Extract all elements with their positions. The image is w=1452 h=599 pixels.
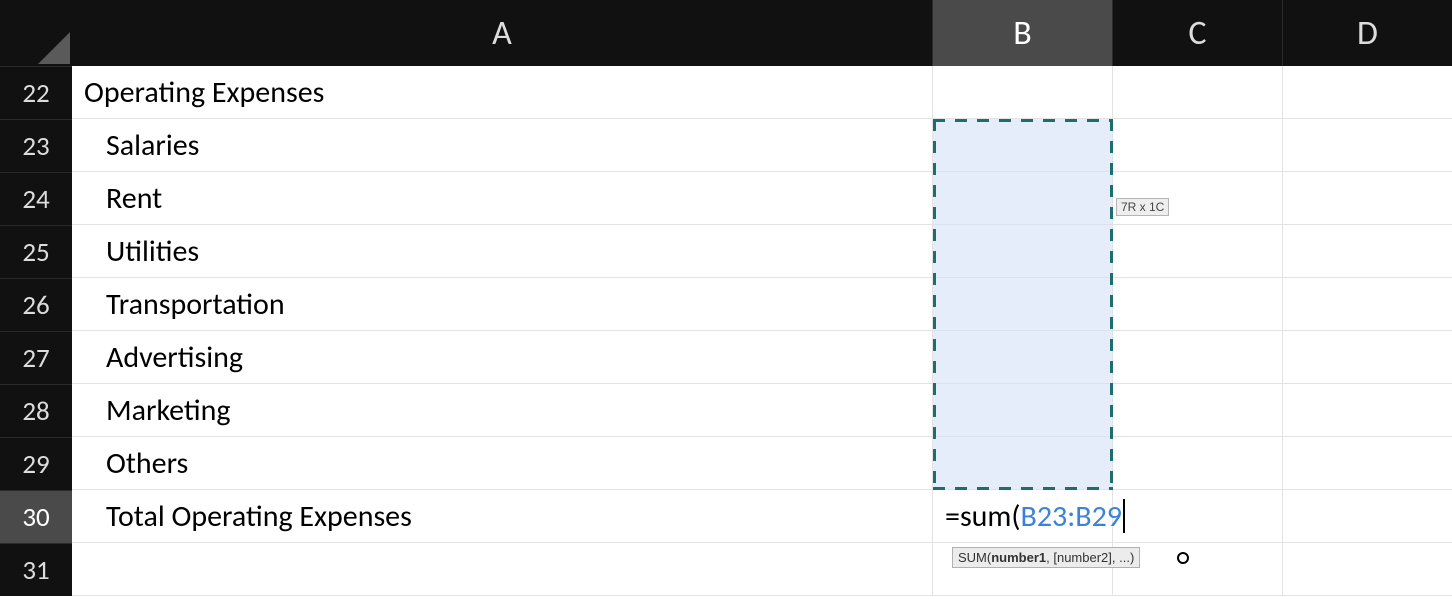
cell-b22[interactable] — [933, 66, 1113, 119]
row-31: 31 — [0, 543, 1452, 596]
cell-d26[interactable] — [1283, 278, 1452, 331]
function-signature-tooltip[interactable]: SUM(number1, [number2], ...) — [952, 547, 1140, 568]
cell-c27[interactable] — [1113, 331, 1283, 384]
row-header-25[interactable]: 25 — [0, 225, 72, 278]
text-cursor-icon — [1123, 499, 1125, 533]
row-header-27[interactable]: 27 — [0, 331, 72, 384]
cell-a29[interactable]: Others — [72, 437, 933, 490]
row-30: 30 Total Operating Expenses =sum(B23:B29 — [0, 490, 1452, 543]
formula-prefix: =sum( — [945, 498, 1021, 535]
row-header-24[interactable]: 24 — [0, 172, 72, 225]
cell-d28[interactable] — [1283, 384, 1452, 437]
cell-c28[interactable] — [1113, 384, 1283, 437]
row-header-26[interactable]: 26 — [0, 278, 72, 331]
cell-c25[interactable] — [1113, 225, 1283, 278]
cell-b29[interactable] — [933, 437, 1113, 490]
cell-d22[interactable] — [1283, 66, 1452, 119]
cell-d24[interactable] — [1283, 172, 1452, 225]
col-header-a[interactable]: A — [72, 0, 933, 66]
row-28: 28 Marketing — [0, 384, 1452, 437]
row-26: 26 Transportation — [0, 278, 1452, 331]
row-27: 27 Advertising — [0, 331, 1452, 384]
cell-b23[interactable] — [933, 119, 1113, 172]
select-all-triangle-icon — [36, 30, 70, 64]
cell-a31[interactable] — [72, 543, 933, 596]
row-25: 25 Utilities — [0, 225, 1452, 278]
cell-a22[interactable]: Operating Expenses — [72, 66, 933, 119]
row-header-29[interactable]: 29 — [0, 437, 72, 490]
cell-a26[interactable]: Transportation — [72, 278, 933, 331]
row-header-23[interactable]: 23 — [0, 119, 72, 172]
row-24: 24 Rent — [0, 172, 1452, 225]
cell-a28[interactable]: Marketing — [72, 384, 933, 437]
cell-a27[interactable]: Advertising — [72, 331, 933, 384]
fn-args-rest: , [number2], ...) — [1046, 550, 1134, 565]
row-header-28[interactable]: 28 — [0, 384, 72, 437]
cell-d29[interactable] — [1283, 437, 1452, 490]
col-header-b[interactable]: B — [933, 0, 1113, 66]
cell-c22[interactable] — [1113, 66, 1283, 119]
row-22: 22 Operating Expenses — [0, 66, 1452, 119]
select-all-corner[interactable] — [0, 0, 72, 66]
range-drag-handle-icon[interactable] — [1177, 552, 1189, 564]
cell-b28[interactable] — [933, 384, 1113, 437]
cell-d23[interactable] — [1283, 119, 1452, 172]
row-header-31[interactable]: 31 — [0, 543, 72, 596]
col-header-d[interactable]: D — [1283, 0, 1452, 66]
cell-a23[interactable]: Salaries — [72, 119, 933, 172]
cell-d31[interactable] — [1283, 543, 1452, 596]
row-header-30[interactable]: 30 — [0, 490, 72, 543]
cell-c29[interactable] — [1113, 437, 1283, 490]
cell-a24[interactable]: Rent — [72, 172, 933, 225]
column-header-row: A B C D — [0, 0, 1452, 66]
fn-arg-current: number1 — [991, 550, 1046, 565]
col-header-c[interactable]: C — [1113, 0, 1283, 66]
cell-b25[interactable] — [933, 225, 1113, 278]
formula-range-ref: B23:B29 — [1021, 498, 1122, 535]
cell-c26[interactable] — [1113, 278, 1283, 331]
row-23: 23 Salaries — [0, 119, 1452, 172]
cell-c30[interactable] — [1113, 490, 1283, 543]
cell-b26[interactable] — [933, 278, 1113, 331]
row-header-22[interactable]: 22 — [0, 66, 72, 119]
cell-d27[interactable] — [1283, 331, 1452, 384]
cell-b24[interactable] — [933, 172, 1113, 225]
row-29: 29 Others — [0, 437, 1452, 490]
selection-size-tooltip: 7R x 1C — [1116, 198, 1169, 216]
cell-d25[interactable] — [1283, 225, 1452, 278]
fn-name: SUM( — [958, 550, 991, 565]
cell-c23[interactable] — [1113, 119, 1283, 172]
cell-d30[interactable] — [1283, 490, 1452, 543]
cell-b27[interactable] — [933, 331, 1113, 384]
spreadsheet-grid[interactable]: A B C D 22 Operating Expenses 23 Salarie… — [0, 0, 1452, 599]
cell-b30-formula-edit[interactable]: =sum(B23:B29 — [933, 490, 1113, 543]
cell-a30[interactable]: Total Operating Expenses — [72, 490, 933, 543]
cell-a25[interactable]: Utilities — [72, 225, 933, 278]
